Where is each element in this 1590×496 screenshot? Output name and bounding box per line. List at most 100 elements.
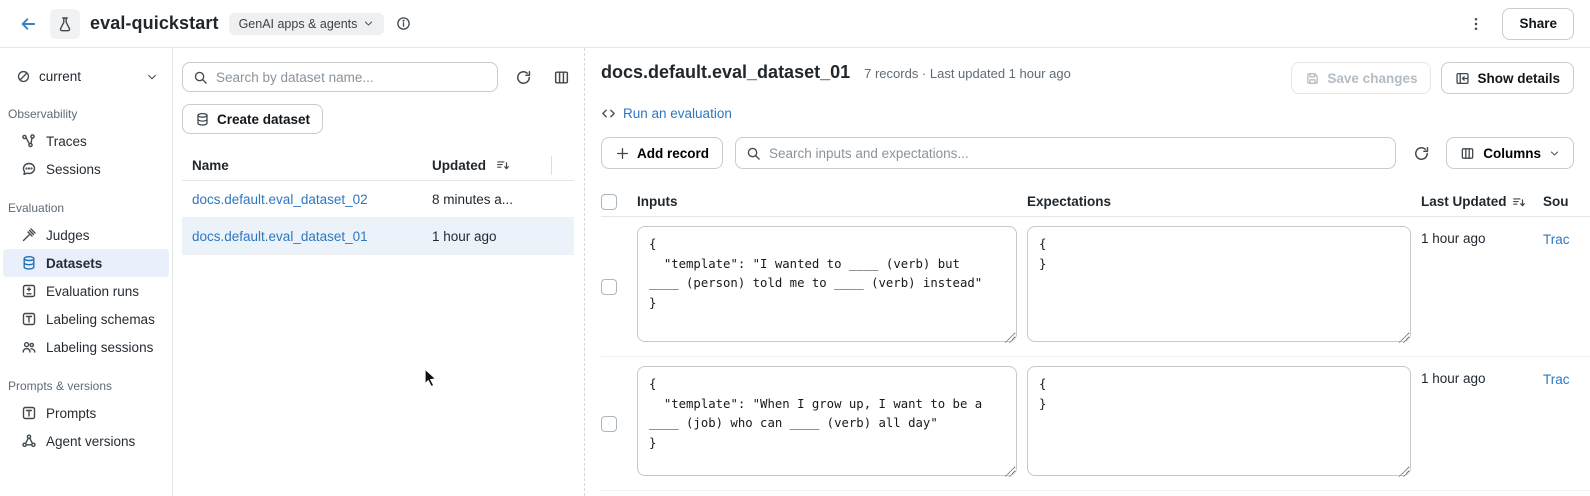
inputs-textarea[interactable]: { "template": "When I grow up, I want to…: [637, 366, 1017, 476]
chevron-down-icon: [363, 18, 374, 29]
sidebar-item-label: Datasets: [46, 256, 102, 271]
sidebar-item-label: Sessions: [46, 162, 101, 177]
info-icon[interactable]: [396, 16, 411, 31]
database-icon: [195, 112, 210, 127]
sidebar-item-labeling-schemas[interactable]: Labeling schemas: [3, 305, 169, 333]
sidebar-item-sessions[interactable]: Sessions: [3, 155, 169, 183]
sidebar-item-labeling-sessions[interactable]: Labeling sessions: [3, 333, 169, 361]
sort-descending-icon: [496, 158, 510, 172]
sidebar-item-label: Prompts: [46, 406, 96, 421]
dataset-title: docs.default.eval_dataset_01: [601, 62, 850, 83]
show-details-button[interactable]: Show details: [1441, 62, 1574, 94]
dataset-detail-panel: docs.default.eval_dataset_01 7 records ·…: [585, 48, 1590, 496]
sidebar-item-label: Labeling sessions: [46, 340, 153, 355]
record-source-link[interactable]: Trac: [1543, 372, 1570, 387]
dataset-search-box: [182, 62, 498, 92]
gavel-icon: [21, 227, 37, 243]
section-observability: Observability: [0, 89, 172, 127]
row-select-cell: [601, 491, 637, 496]
datasets-list-panel: Create dataset Name Updated docs.default…: [173, 48, 585, 496]
experiment-type-badge[interactable]: GenAI apps & agents: [229, 13, 385, 35]
column-resize-divider[interactable]: [551, 156, 552, 175]
expectations-textarea[interactable]: { }: [1027, 226, 1411, 342]
dataset-link[interactable]: docs.default.eval_dataset_02: [192, 192, 368, 207]
record-last-updated: 1 hour ago: [1421, 217, 1543, 357]
columns-label: Columns: [1483, 146, 1541, 161]
chevron-down-icon: [146, 71, 158, 83]
sidebar: current Observability Traces Sessions Ev…: [0, 48, 173, 496]
experiment-flask-icon: [50, 9, 80, 39]
sidebar-item-datasets[interactable]: Datasets: [3, 249, 169, 277]
section-evaluation: Evaluation: [0, 183, 172, 221]
save-changes-label: Save changes: [1327, 71, 1417, 86]
columns-dropdown-button[interactable]: Columns: [1446, 137, 1574, 169]
column-header-source[interactable]: Sou: [1543, 187, 1590, 217]
save-icon: [1305, 71, 1320, 86]
run-evaluation-link[interactable]: Run an evaluation: [601, 106, 732, 121]
section-prompts-versions: Prompts & versions: [0, 361, 172, 399]
run-evaluation-label: Run an evaluation: [623, 106, 732, 121]
top-bar: eval-quickstart GenAI apps & agents Shar…: [0, 0, 1590, 48]
show-details-label: Show details: [1477, 71, 1560, 86]
save-changes-button[interactable]: Save changes: [1291, 62, 1431, 94]
dataset-search-input[interactable]: [216, 70, 487, 85]
column-header-expectations[interactable]: Expectations: [1027, 187, 1421, 217]
sidebar-item-evaluation-runs[interactable]: Evaluation runs: [3, 277, 169, 305]
dataset-row[interactable]: docs.default.eval_dataset_02 8 minutes a…: [182, 181, 574, 218]
column-header-last-updated[interactable]: Last Updated: [1421, 187, 1543, 217]
row-checkbox[interactable]: [601, 279, 617, 295]
expectations-textarea[interactable]: { }: [1027, 366, 1411, 476]
plus-minus-box-icon: [21, 283, 37, 299]
sidebar-item-prompts[interactable]: Prompts: [3, 399, 169, 427]
sidebar-item-traces[interactable]: Traces: [3, 127, 169, 155]
create-dataset-button[interactable]: Create dataset: [182, 104, 323, 134]
overflow-menu-icon[interactable]: [1464, 12, 1488, 36]
share-button[interactable]: Share: [1502, 8, 1574, 40]
page-title: eval-quickstart: [90, 13, 219, 34]
records-table: Inputs Expectations Last Updated Sou { "…: [601, 187, 1590, 496]
column-header-inputs[interactable]: Inputs: [637, 187, 1027, 217]
columns-toggle-icon[interactable]: [548, 64, 574, 90]
record-search-box: [735, 137, 1396, 169]
inputs-textarea[interactable]: { "template": "I wanted to ____ (verb) b…: [637, 226, 1017, 342]
database-icon: [21, 255, 37, 271]
badge-label: GenAI apps & agents: [239, 17, 358, 31]
add-record-button[interactable]: Add record: [601, 137, 723, 169]
workspace-label: current: [39, 69, 81, 84]
dataset-link[interactable]: docs.default.eval_dataset_01: [192, 229, 368, 244]
dataset-updated: 1 hour ago: [432, 229, 497, 244]
search-icon: [193, 70, 208, 85]
columns-icon: [1460, 146, 1475, 161]
record-search-input[interactable]: [769, 146, 1385, 161]
plus-icon: [615, 146, 630, 161]
sidebar-item-label: Traces: [46, 134, 87, 149]
traces-icon: [21, 133, 37, 149]
datasets-table: Name Updated docs.default.eval_dataset_0…: [182, 150, 574, 255]
refresh-icon[interactable]: [510, 64, 536, 90]
column-header-name[interactable]: Name: [182, 158, 432, 173]
dataset-meta: 7 records · Last updated 1 hour ago: [864, 66, 1071, 81]
empty-set-icon: [16, 69, 31, 84]
sidebar-item-label: Judges: [46, 228, 90, 243]
dataset-row-selected[interactable]: docs.default.eval_dataset_01 1 hour ago: [182, 218, 574, 255]
sidebar-item-label: Labeling schemas: [46, 312, 155, 327]
row-checkbox[interactable]: [601, 416, 617, 432]
dataset-updated: 8 minutes a...: [432, 192, 513, 207]
select-all-checkbox[interactable]: [601, 194, 617, 210]
code-icon: [601, 106, 616, 121]
text-box-icon: [21, 311, 37, 327]
sidebar-item-judges[interactable]: Judges: [3, 221, 169, 249]
refresh-icon[interactable]: [1408, 140, 1434, 166]
workspace-selector[interactable]: current: [0, 64, 172, 89]
record-source-link[interactable]: Trac: [1543, 232, 1570, 247]
sidebar-item-label: Evaluation runs: [46, 284, 139, 299]
sidebar-item-agent-versions[interactable]: Agent versions: [3, 427, 169, 455]
back-button[interactable]: [16, 12, 40, 36]
row-select-cell: [601, 357, 637, 491]
datasets-table-header: Name Updated: [182, 150, 574, 181]
record-last-updated: 1 hour ago: [1421, 357, 1543, 491]
panel-collapse-left-icon: [1455, 71, 1470, 86]
column-header-updated[interactable]: Updated: [432, 158, 552, 173]
sort-descending-icon: [1512, 195, 1526, 209]
row-select-cell: [601, 217, 637, 357]
